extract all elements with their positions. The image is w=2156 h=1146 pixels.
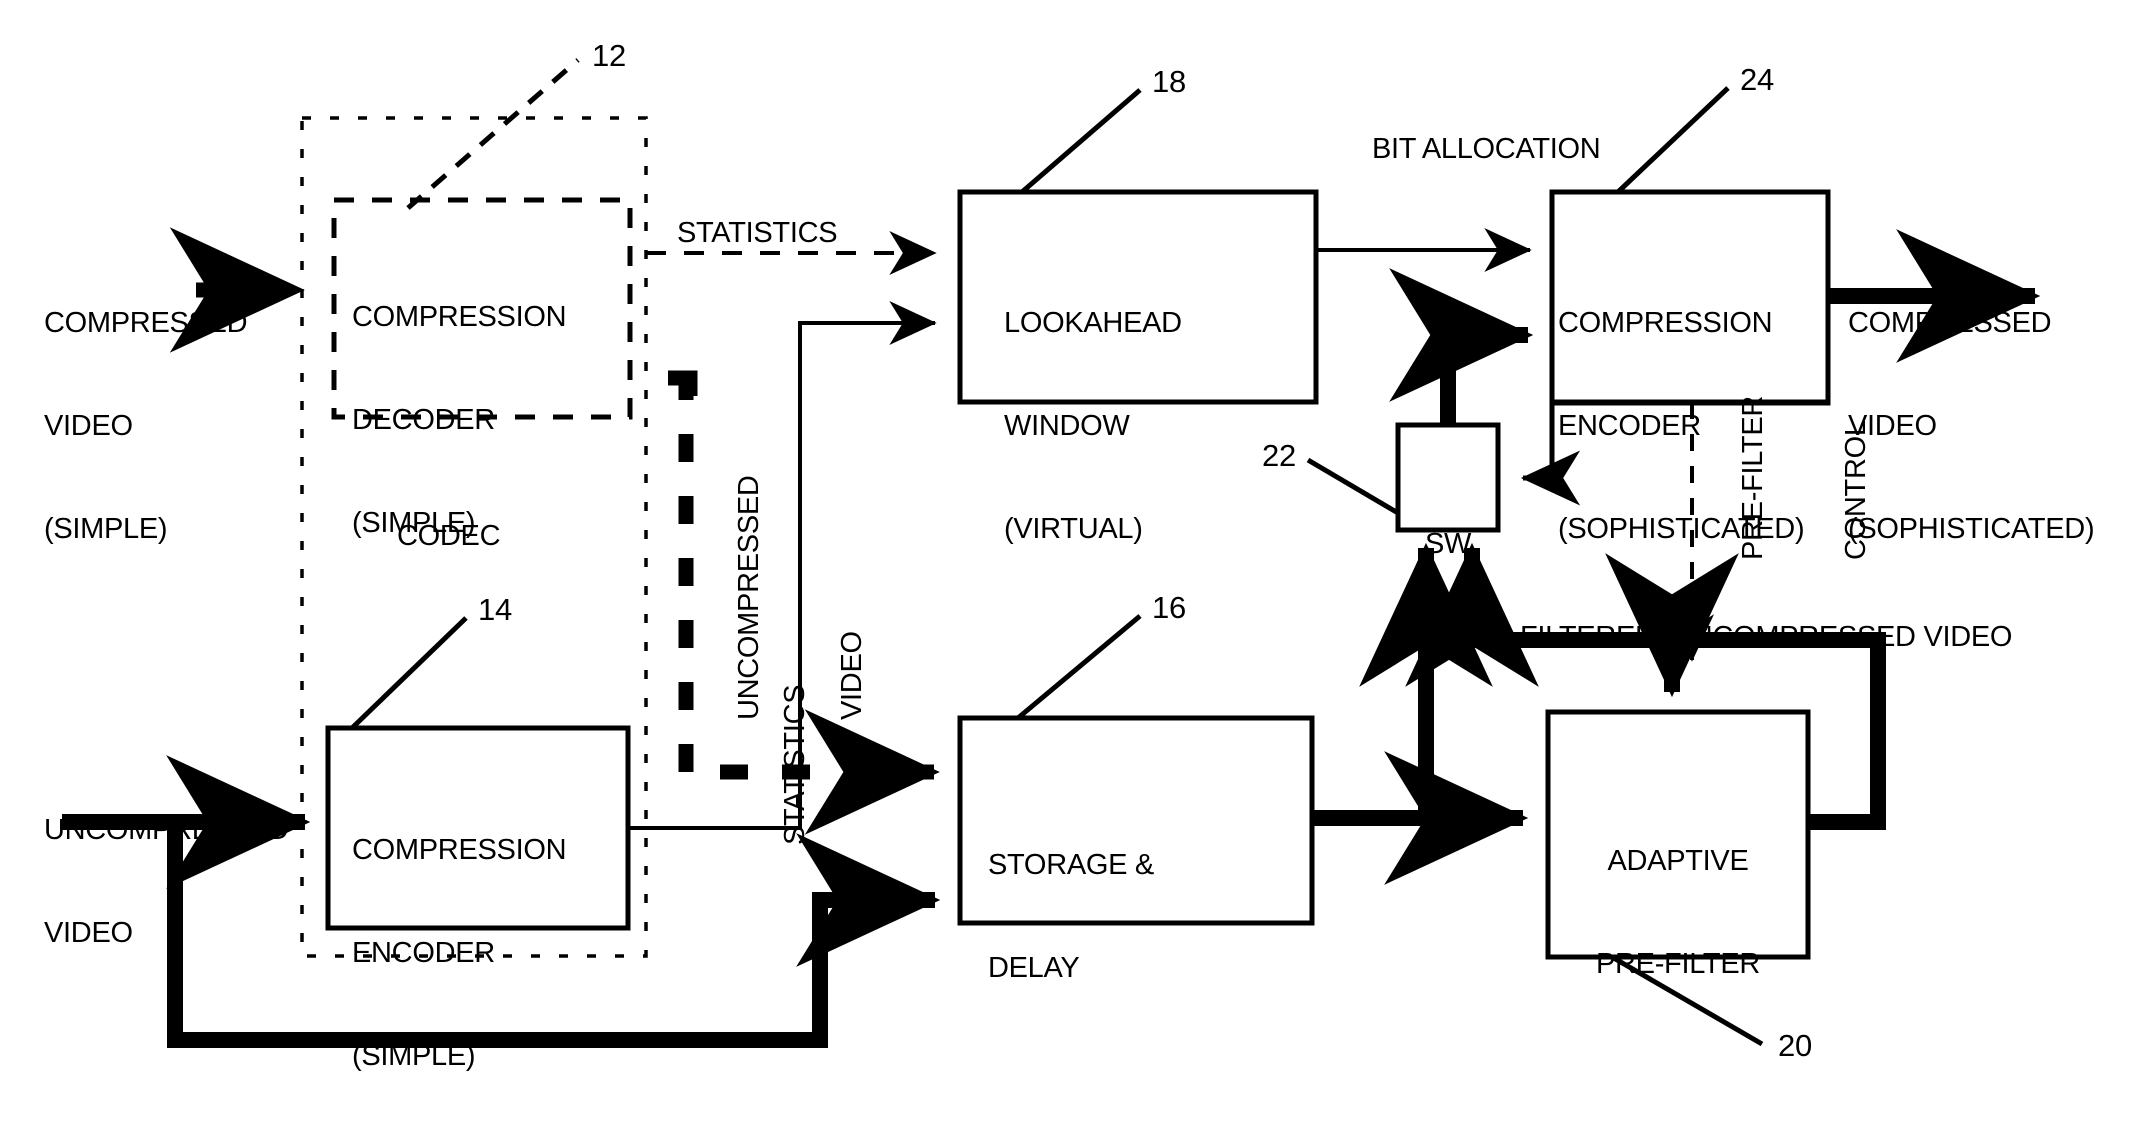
bit-allocation-label: BIT ALLOCATION bbox=[1372, 133, 1601, 165]
ref-number-14: 14 bbox=[478, 592, 512, 627]
compressed-video-in-label: COMPRESSED VIDEO (SIMPLE) bbox=[44, 307, 248, 545]
filtered-uncompressed-video-label: FILTERED, UNCOMPRESSED VIDEO bbox=[1520, 621, 2013, 653]
leader-line-18 bbox=[1020, 88, 1142, 194]
ref-number-22: 22 bbox=[1262, 438, 1296, 473]
adaptive-pre-filter-label: ADAPTIVE PRE-FILTER bbox=[1595, 845, 1761, 981]
uncompressed-video-in-label: UNCOMPRESSED VIDEO bbox=[44, 814, 289, 950]
uncompressed-video-vertical-label: UNCOMPRESSED VIDEO bbox=[733, 475, 869, 720]
switch-label: SW bbox=[1424, 528, 1472, 561]
ref-number-18: 18 bbox=[1152, 64, 1186, 99]
flow-switch-to-encoder bbox=[1389, 268, 1534, 425]
ref-number-20: 20 bbox=[1778, 1028, 1812, 1063]
ref-number-12: 12 bbox=[592, 38, 626, 73]
leader-line-22 bbox=[1306, 457, 1400, 516]
ref-number-16: 16 bbox=[1152, 590, 1186, 625]
compressed-video-out-label: COMPRESSED VIDEO (SOPHISTICATED) bbox=[1848, 307, 2095, 545]
leader-line-14 bbox=[350, 616, 468, 730]
lookahead-window-label: LOOKAHEAD WINDOW (VIRTUAL) bbox=[1004, 307, 1182, 545]
statistics-top-label: STATISTICS bbox=[677, 217, 838, 249]
leader-line-24 bbox=[1616, 86, 1730, 194]
leader-line-12 bbox=[406, 58, 580, 210]
codec-group-label: CODEC bbox=[397, 520, 501, 552]
ref-number-24: 24 bbox=[1740, 62, 1774, 97]
patent-figure: COMPRESSION DECODER (SIMPLE) COMPRESSION… bbox=[0, 0, 2156, 1146]
leader-line-16 bbox=[1016, 614, 1142, 720]
compression-encoder-simple-label: COMPRESSION ENCODER (SIMPLE) bbox=[352, 834, 567, 1072]
storage-delay-label: STORAGE & DELAY bbox=[988, 849, 1154, 985]
statistics-vertical-label: STATISTICS bbox=[779, 684, 811, 845]
